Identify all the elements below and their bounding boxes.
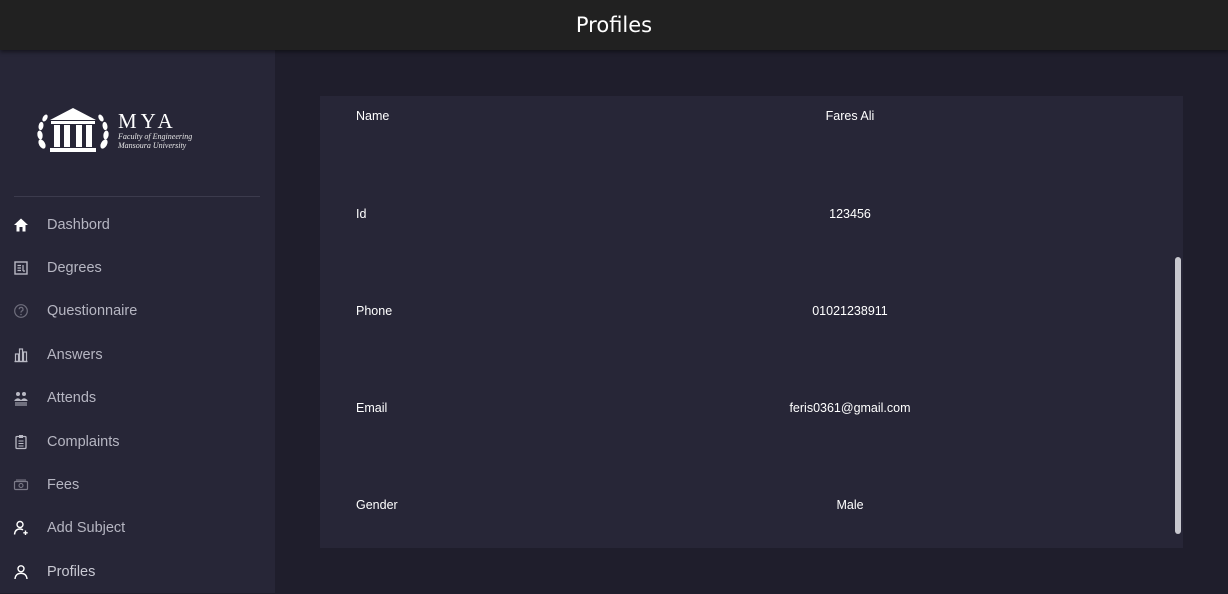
sidebar-item-label: Attends [47, 390, 97, 407]
profile-card: Name Fares Ali Id 123456 Phone 010212389… [320, 96, 1183, 548]
sidebar-item-label: Answers [47, 346, 103, 363]
bar-chart-icon [12, 346, 30, 364]
scrollbar-thumb[interactable] [1175, 257, 1181, 534]
sidebar-divider [14, 196, 260, 197]
sidebar-item-attends[interactable]: Attends [0, 377, 275, 420]
app-header: Profiles [0, 0, 1228, 50]
sidebar-item-profiles[interactable]: Profiles [0, 550, 275, 593]
help-circle-icon [12, 302, 30, 320]
profile-row-name: Name Fares Ali [320, 106, 1183, 126]
sidebar-item-label: Dashbord [47, 216, 110, 233]
field-label: Name [356, 109, 390, 123]
add-person-icon [12, 519, 30, 537]
clipboard-icon [12, 433, 30, 451]
home-icon [12, 216, 30, 234]
person-icon [12, 563, 30, 581]
logo: MYA Faculty of Engineering Mansoura Univ… [36, 104, 206, 156]
sidebar-item-label: Questionnaire [47, 303, 138, 320]
logo-line-1: Faculty of Engineering [118, 132, 193, 141]
people-icon [12, 389, 30, 407]
field-value: Fares Ali [825, 109, 875, 123]
sidebar-item-label: Add Subject [47, 520, 126, 537]
field-label: Email [356, 401, 388, 415]
sidebar-item-complaints[interactable]: Complaints [0, 420, 275, 463]
field-value: feris0361@gmail.com [789, 401, 911, 415]
profile-row-gender: Gender Male [320, 495, 1183, 515]
page-title: Profiles [575, 13, 653, 37]
sidebar-item-label: Profiles [47, 563, 96, 580]
sidebar-nav: Dashbord Degrees Questionnaire Answers A… [0, 203, 275, 594]
profile-row-phone: Phone 01021238911 [320, 301, 1183, 321]
field-value: Male [836, 498, 864, 512]
profile-row-email: Email feris0361@gmail.com [320, 398, 1183, 418]
field-value: 01021238911 [812, 304, 888, 318]
sidebar-item-dashbord[interactable]: Dashbord [0, 203, 275, 246]
profile-row-id: Id 123456 [320, 204, 1183, 224]
field-label: Id [356, 207, 367, 221]
field-value: 123456 [829, 207, 871, 221]
sidebar-item-add-subject[interactable]: Add Subject [0, 507, 275, 550]
field-label: Phone [356, 304, 393, 318]
sidebar: MYA Faculty of Engineering Mansoura Univ… [0, 50, 275, 593]
building-laurel-icon [37, 108, 109, 152]
field-label: Gender [356, 498, 398, 512]
sidebar-item-label: Complaints [47, 433, 120, 450]
sidebar-item-label: Degrees [47, 260, 102, 277]
sidebar-item-fees[interactable]: Fees [0, 463, 275, 506]
logo-brand: MYA [118, 109, 177, 133]
grades-icon [12, 259, 30, 277]
logo-line-2: Mansoura University [118, 141, 187, 150]
sidebar-item-questionnaire[interactable]: Questionnaire [0, 290, 275, 333]
money-icon [12, 476, 30, 494]
sidebar-item-label: Fees [47, 477, 80, 494]
sidebar-item-answers[interactable]: Answers [0, 333, 275, 376]
sidebar-item-degrees[interactable]: Degrees [0, 246, 275, 289]
